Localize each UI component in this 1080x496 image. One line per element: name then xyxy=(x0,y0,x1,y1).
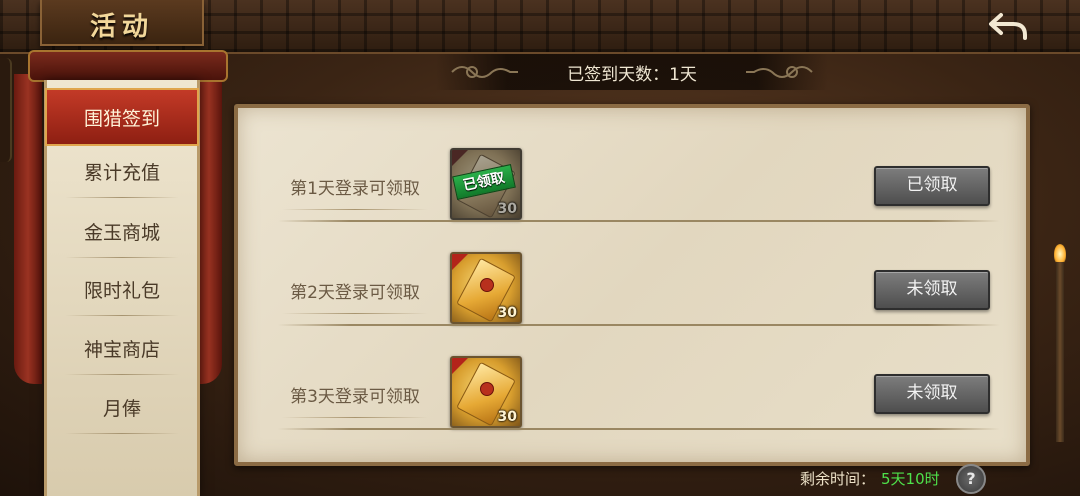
quality-corner-icon xyxy=(452,150,468,166)
reward-row: 第2天登录可领取 30 未领取 xyxy=(238,222,1026,326)
reward-day-label: 第2天登录可领取 xyxy=(282,278,428,314)
flame-icon xyxy=(1054,244,1066,264)
reward-list-panel: 第1天登录可领取 30 已领取 已领取 第2天登录可领取 30 未领取 第3天登… xyxy=(234,104,1030,466)
quality-corner-icon xyxy=(452,358,468,374)
candle-stick xyxy=(1056,262,1064,442)
row-divider xyxy=(278,428,1000,430)
help-button[interactable]: ? xyxy=(956,464,986,494)
claim-button[interactable]: 未领取 xyxy=(874,270,990,310)
sidebar-item-label: 神宝商店 xyxy=(83,338,160,361)
remaining-time-value: 5天10时 xyxy=(881,469,940,488)
sidebar-item-label: 围猎签到 xyxy=(83,107,160,130)
signed-days-text: 已签到天数：1天 xyxy=(567,64,697,85)
item-count: 30 xyxy=(497,201,517,217)
sidebar-item-cumulative-recharge[interactable]: 累计充值 xyxy=(47,144,197,198)
sidebar-item-label: 金玉商城 xyxy=(83,221,160,244)
remaining-time-label: 剩余时间： xyxy=(800,469,876,488)
left-edge-tab xyxy=(0,58,12,162)
page-title: 活动 xyxy=(89,12,154,42)
title-plaque: 活动 xyxy=(40,0,204,46)
sidebar-item-monthly-salary[interactable]: 月俸 xyxy=(47,380,197,434)
cloud-ornament-icon xyxy=(451,66,518,78)
sidebar-item-label: 累计充值 xyxy=(83,161,160,184)
seal-icon xyxy=(480,278,494,292)
reward-row: 第3天登录可领取 30 未领取 xyxy=(238,326,1026,430)
scroll-roller xyxy=(28,50,228,82)
reward-row: 第1天登录可领取 30 已领取 已领取 xyxy=(238,118,1026,222)
item-count: 30 xyxy=(497,409,517,425)
divider xyxy=(65,374,179,375)
claim-button[interactable]: 未领取 xyxy=(874,374,990,414)
sidebar: 围猎签到 累计充值 金玉商城 限时礼包 神宝商店 月俸 xyxy=(44,80,200,496)
signed-days-banner: 已签到天数：1天 xyxy=(436,54,828,90)
sidebar-item-treasure-shop[interactable]: 神宝商店 xyxy=(47,321,197,375)
reward-item-icon[interactable]: 30 xyxy=(450,356,522,428)
candle-decoration xyxy=(1050,244,1070,444)
reward-day-label: 第3天登录可领取 xyxy=(282,382,428,418)
claim-button[interactable]: 已领取 xyxy=(874,166,990,206)
divider xyxy=(65,315,179,316)
sidebar-item-hunt-signin[interactable]: 围猎签到 xyxy=(45,88,199,146)
reward-day-label: 第1天登录可领取 xyxy=(282,174,428,210)
back-button[interactable] xyxy=(984,8,1032,44)
reward-item-icon[interactable]: 30 xyxy=(450,252,522,324)
back-arrow-icon xyxy=(989,13,1027,40)
quality-corner-icon xyxy=(452,254,468,270)
item-count: 30 xyxy=(497,305,517,321)
sidebar-item-label: 月俸 xyxy=(102,397,141,420)
cloud-ornament-icon xyxy=(746,66,813,78)
sidebar-item-limited-pack[interactable]: 限时礼包 xyxy=(47,262,197,316)
divider xyxy=(65,433,179,434)
seal-icon xyxy=(480,382,494,396)
sidebar-item-label: 限时礼包 xyxy=(83,279,160,302)
curtain-left xyxy=(14,74,42,384)
sidebar-item-jade-mall[interactable]: 金玉商城 xyxy=(47,204,197,258)
divider xyxy=(65,197,179,198)
divider xyxy=(65,257,179,258)
